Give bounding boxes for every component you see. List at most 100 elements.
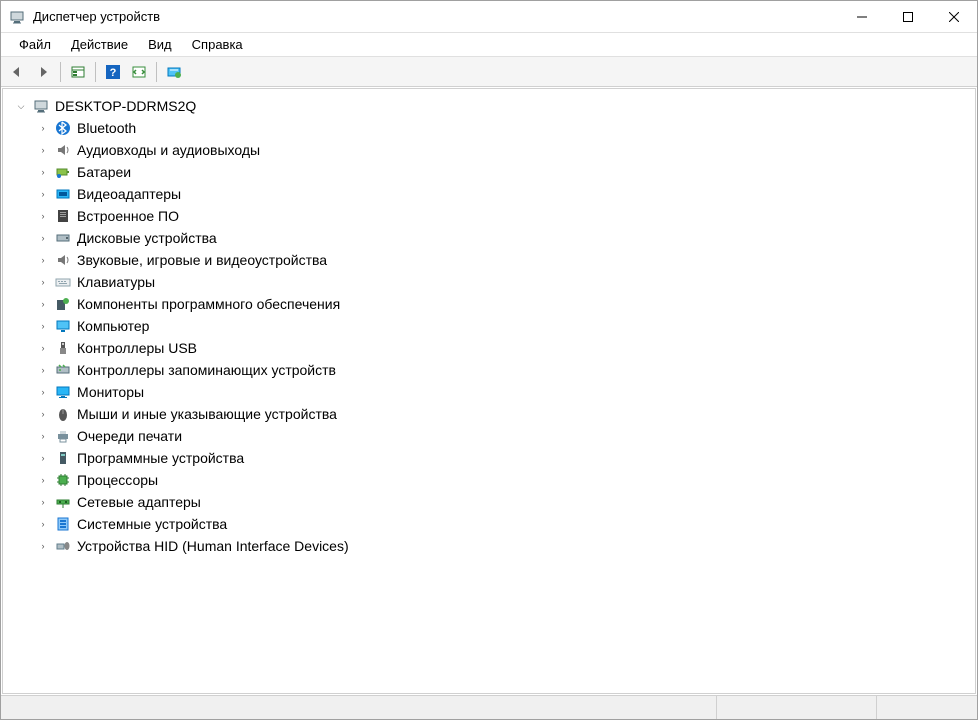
system-icon	[55, 516, 71, 532]
chevron-right-icon[interactable]: ›	[37, 144, 49, 156]
menu-view[interactable]: Вид	[138, 34, 182, 55]
tree-category-label: Контроллеры USB	[77, 340, 197, 356]
tree-category[interactable]: › Звуковые, игровые и видеоустройства	[7, 249, 971, 271]
tree-category[interactable]: › Устройства HID (Human Interface Devices…	[7, 535, 971, 557]
tree-category-label: Контроллеры запоминающих устройств	[77, 362, 336, 378]
chevron-right-icon[interactable]: ›	[37, 276, 49, 288]
monitor-icon	[55, 384, 71, 400]
toolbar-separator	[95, 62, 96, 82]
tree-category-label: Встроенное ПО	[77, 208, 179, 224]
toolbar-back-button[interactable]	[5, 60, 29, 84]
tree-category-label: Bluetooth	[77, 120, 136, 136]
toolbar-properties-button[interactable]	[66, 60, 90, 84]
toolbar-separator	[156, 62, 157, 82]
tree-category-label: Устройства HID (Human Interface Devices)	[77, 538, 349, 554]
chevron-right-icon[interactable]: ›	[37, 364, 49, 376]
disk-icon	[55, 230, 71, 246]
processor-icon	[55, 472, 71, 488]
status-pane-3	[877, 696, 977, 719]
tree-root-label: DESKTOP-DDRMS2Q	[55, 98, 196, 114]
status-pane-2	[717, 696, 877, 719]
tree-category[interactable]: ›Компьютер	[7, 315, 971, 337]
toolbar: ?	[1, 57, 977, 87]
chevron-right-icon[interactable]: ›	[37, 518, 49, 530]
tree-category-label: Процессоры	[77, 472, 158, 488]
tree-category[interactable]: ›Мыши и иные указывающие устройства	[7, 403, 971, 425]
tree-category-label: Сетевые адаптеры	[77, 494, 201, 510]
audio-icon	[55, 142, 71, 158]
chevron-right-icon[interactable]: ›	[37, 342, 49, 354]
toolbar-forward-button[interactable]	[31, 60, 55, 84]
mouse-icon	[55, 406, 71, 422]
bluetooth-icon	[55, 120, 71, 136]
statusbar	[1, 695, 977, 719]
menu-action[interactable]: Действие	[61, 34, 138, 55]
storage-controller-icon	[55, 362, 71, 378]
tree-category[interactable]: › Встроенное ПО	[7, 205, 971, 227]
toolbar-show-hidden-button[interactable]	[162, 60, 186, 84]
maximize-button[interactable]	[885, 1, 931, 32]
tree-category[interactable]: › Дисковые устройства	[7, 227, 971, 249]
tree-category[interactable]: › Компоненты программного обеспечения	[7, 293, 971, 315]
tree-category[interactable]: › Контроллеры USB	[7, 337, 971, 359]
status-pane-main	[1, 696, 717, 719]
tree-category[interactable]: › Мониторы	[7, 381, 971, 403]
hid-icon	[55, 538, 71, 554]
chevron-right-icon[interactable]: ›	[37, 166, 49, 178]
window-title: Диспетчер устройств	[33, 9, 839, 24]
chevron-right-icon[interactable]: ›	[37, 452, 49, 464]
tree-category[interactable]: › Клавиатуры	[7, 271, 971, 293]
software-component-icon	[55, 296, 71, 312]
tree-category[interactable]: › Сетевые адаптеры	[7, 491, 971, 513]
keyboard-icon	[55, 274, 71, 290]
tree-category[interactable]: › Процессоры	[7, 469, 971, 491]
tree-category[interactable]: ›Батареи	[7, 161, 971, 183]
firmware-icon	[55, 208, 71, 224]
tree-category-label: Клавиатуры	[77, 274, 155, 290]
tree-category-label: Системные устройства	[77, 516, 227, 532]
chevron-right-icon[interactable]: ›	[37, 496, 49, 508]
toolbar-scan-button[interactable]	[127, 60, 151, 84]
device-tree[interactable]: ⌵ DESKTOP-DDRMS2Q › Bluetooth ›Аудиовходы и …	[2, 88, 976, 694]
tree-category[interactable]: ›Видеоадаптеры	[7, 183, 971, 205]
tree-category-label: Звуковые, игровые и видеоустройства	[77, 252, 327, 268]
chevron-right-icon[interactable]: ›	[37, 540, 49, 552]
menubar: Файл Действие Вид Справка	[1, 33, 977, 57]
minimize-button[interactable]	[839, 1, 885, 32]
software-device-icon	[55, 450, 71, 466]
chevron-right-icon[interactable]: ›	[37, 188, 49, 200]
network-icon	[55, 494, 71, 510]
chevron-right-icon[interactable]: ›	[37, 122, 49, 134]
close-button[interactable]	[931, 1, 977, 32]
tree-category[interactable]: › Bluetooth	[7, 117, 971, 139]
menu-help[interactable]: Справка	[182, 34, 253, 55]
app-icon	[9, 9, 25, 25]
chevron-right-icon[interactable]: ›	[37, 298, 49, 310]
tree-category-label: Мониторы	[77, 384, 144, 400]
chevron-right-icon[interactable]: ›	[37, 408, 49, 420]
tree-root-node[interactable]: ⌵ DESKTOP-DDRMS2Q	[7, 95, 971, 117]
chevron-right-icon[interactable]: ›	[37, 232, 49, 244]
tree-category[interactable]: › Контроллеры запоминающих устройств	[7, 359, 971, 381]
tree-category[interactable]: ›Программные устройства	[7, 447, 971, 469]
tree-category-label: Компоненты программного обеспечения	[77, 296, 340, 312]
chevron-right-icon[interactable]: ›	[37, 320, 49, 332]
sound-icon	[55, 252, 71, 268]
toolbar-help-button[interactable]: ?	[101, 60, 125, 84]
chevron-right-icon[interactable]: ›	[37, 254, 49, 266]
computer-icon	[55, 318, 71, 334]
tree-category-label: Дисковые устройства	[77, 230, 217, 246]
battery-icon	[55, 164, 71, 180]
tree-category[interactable]: ›Аудиовходы и аудиовыходы	[7, 139, 971, 161]
chevron-right-icon[interactable]: ›	[37, 386, 49, 398]
tree-category[interactable]: ›Очереди печати	[7, 425, 971, 447]
display-adapter-icon	[55, 186, 71, 202]
chevron-right-icon[interactable]: ›	[37, 474, 49, 486]
menu-file[interactable]: Файл	[9, 34, 61, 55]
chevron-down-icon[interactable]: ⌵	[15, 100, 27, 112]
window-controls	[839, 1, 977, 32]
chevron-right-icon[interactable]: ›	[37, 210, 49, 222]
printer-icon	[55, 428, 71, 444]
tree-category[interactable]: › Системные устройства	[7, 513, 971, 535]
chevron-right-icon[interactable]: ›	[37, 430, 49, 442]
